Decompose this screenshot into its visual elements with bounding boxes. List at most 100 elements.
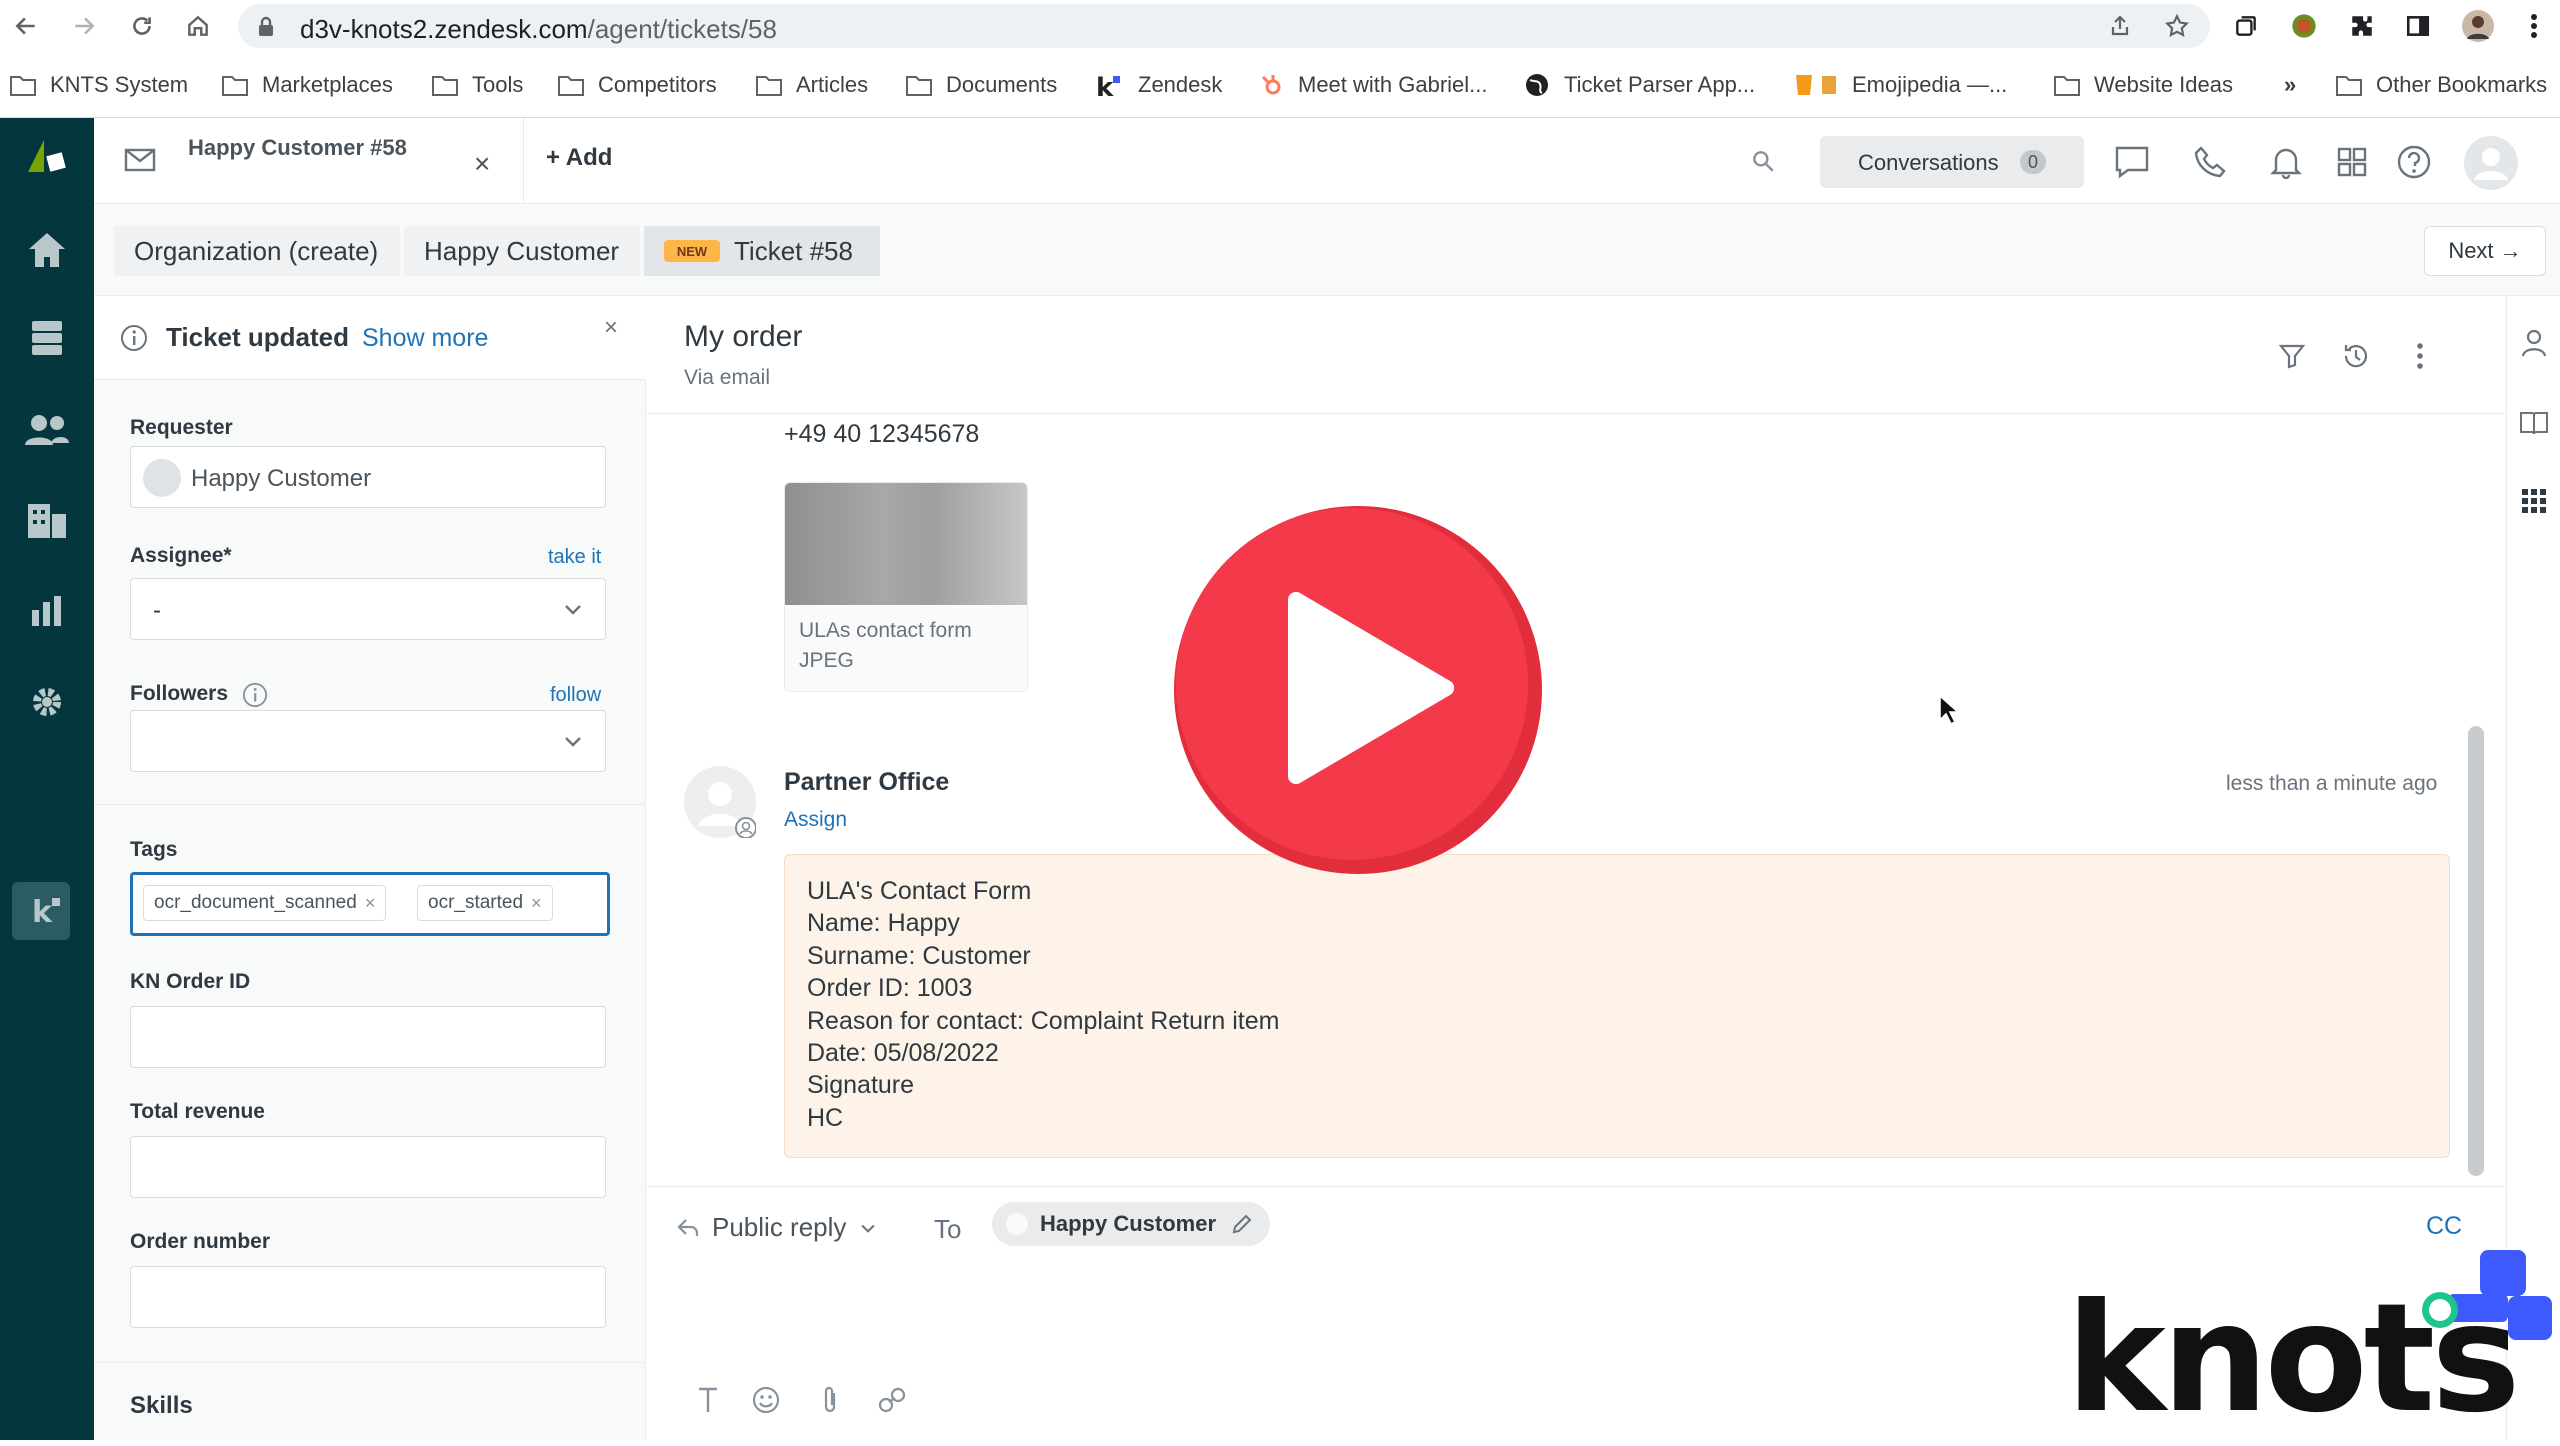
ticket-subject: My order (684, 320, 803, 353)
chevron-down-icon (561, 729, 585, 753)
ticket-properties-panel: Ticket updated Show more × Requester Hap… (94, 296, 646, 1440)
chat-bubble-icon[interactable] (2108, 138, 2156, 186)
tab-search-icon[interactable] (2226, 6, 2266, 46)
bookmark-folder[interactable]: Website Ideas (2054, 70, 2233, 100)
breadcrumb-user[interactable]: Happy Customer (404, 226, 640, 276)
more-bookmarks-chevron[interactable]: » (2284, 70, 2296, 100)
user-profile-icon[interactable] (2507, 316, 2560, 370)
puzzle-icon[interactable] (2342, 6, 2382, 46)
apps-grid-icon[interactable] (2328, 138, 2376, 186)
history-icon[interactable] (2336, 336, 2376, 376)
zendesk-logo-icon[interactable] (0, 126, 94, 186)
bookmark-folder[interactable]: Other Bookmarks (2336, 70, 2547, 100)
search-icon[interactable] (1750, 148, 1776, 174)
notifications-bell-icon[interactable] (2262, 138, 2310, 186)
followers-select[interactable] (130, 710, 606, 772)
bookmark-folder[interactable]: Marketplaces (222, 70, 393, 100)
bookmark-zendesk[interactable]: k Zendesk (1094, 70, 1222, 100)
kn-order-id-field[interactable] (130, 1006, 606, 1068)
customers-icon[interactable] (0, 400, 94, 460)
note-line: Signature (807, 1071, 915, 1100)
share-icon[interactable] (2108, 14, 2132, 38)
remove-tag-icon[interactable]: × (531, 893, 542, 914)
sidepanel-icon[interactable] (2398, 6, 2438, 46)
user-avatar[interactable] (2464, 136, 2518, 190)
link-icon[interactable] (872, 1380, 912, 1420)
folder-icon (558, 74, 584, 96)
signature-phone: +49 40 12345678 (784, 420, 980, 448)
bookmark-meet[interactable]: Meet with Gabriel... (1258, 70, 1488, 100)
back-arrow-icon[interactable] (6, 6, 46, 46)
admin-gear-icon[interactable] (0, 672, 94, 732)
filter-icon[interactable] (2272, 336, 2312, 376)
bookmark-folder[interactable]: Competitors (558, 70, 717, 100)
home-icon[interactable] (178, 6, 218, 46)
reporting-icon[interactable] (0, 582, 94, 642)
reply-type-select[interactable]: Public reply (676, 1212, 878, 1243)
ticket-tab[interactable]: Happy Customer #58 × (94, 118, 524, 204)
conversations-label: Conversations (1858, 150, 1999, 175)
emoji-icon[interactable] (746, 1380, 786, 1420)
reload-icon[interactable] (122, 6, 162, 46)
conversation-scrollbar[interactable] (2468, 726, 2484, 1176)
breadcrumb-ticket[interactable]: NEW Ticket #58 (644, 226, 880, 276)
help-icon[interactable] (2390, 138, 2438, 186)
cc-link[interactable]: CC (2426, 1212, 2462, 1241)
followers-info-icon[interactable] (242, 682, 268, 708)
knots-app-icon[interactable]: k (0, 880, 94, 940)
follow-link[interactable]: follow (550, 684, 601, 707)
total-revenue-field[interactable] (130, 1136, 606, 1198)
bookmark-emojipedia[interactable]: Emojipedia —... (1794, 70, 2007, 100)
assignee-select[interactable]: - (130, 578, 606, 640)
bookmark-ticket-parser[interactable]: Ticket Parser App... (1524, 70, 1755, 100)
bookmark-folder[interactable]: Articles (756, 70, 868, 100)
requester-label: Requester (130, 416, 233, 439)
extension-globe-icon[interactable] (2284, 6, 2324, 46)
bookmark-folder[interactable]: Tools (432, 70, 523, 100)
assign-link[interactable]: Assign (784, 808, 847, 832)
recipient-chip[interactable]: Happy Customer (992, 1202, 1271, 1246)
tags-label: Tags (130, 838, 178, 861)
phone-icon[interactable] (2186, 138, 2234, 186)
tags-input[interactable]: ocr_document_scanned × ocr_started × (130, 872, 610, 936)
views-icon[interactable] (0, 308, 94, 368)
attachment-paperclip-icon[interactable] (810, 1380, 850, 1420)
note-line: Order ID: 1003 (807, 974, 973, 1003)
close-notice-icon[interactable]: × (604, 314, 618, 342)
text-format-icon[interactable] (688, 1380, 728, 1420)
next-button[interactable]: Next → (2424, 226, 2546, 276)
knowledge-book-icon[interactable] (2507, 396, 2560, 450)
bookmark-folder[interactable]: KNTS System (10, 70, 188, 100)
forward-arrow-icon[interactable] (64, 6, 104, 46)
tag-chip[interactable]: ocr_document_scanned × (143, 885, 387, 921)
recipient-avatar (1006, 1213, 1028, 1235)
close-tab-icon[interactable]: × (474, 148, 490, 180)
requester-field[interactable]: Happy Customer (130, 446, 606, 508)
play-video-button[interactable] (1172, 504, 1544, 876)
conversations-button[interactable]: Conversations 0 (1820, 136, 2084, 188)
order-number-field[interactable] (130, 1266, 606, 1328)
take-it-link[interactable]: take it (548, 546, 601, 569)
lock-icon[interactable] (256, 16, 276, 38)
organizations-icon[interactable] (0, 490, 94, 550)
show-more-link[interactable]: Show more (362, 324, 488, 353)
attachment-thumbnail[interactable] (785, 483, 1027, 605)
tag-chip[interactable]: ocr_started × (417, 885, 553, 921)
star-icon[interactable] (2164, 13, 2190, 39)
edit-pencil-icon[interactable] (1230, 1212, 1254, 1236)
address-bar[interactable]: d3v-knots2.zendesk.com/agent/tickets/58 (238, 4, 2210, 48)
folder-icon (10, 74, 36, 96)
attachment-card[interactable]: ULAs contact form JPEG (784, 482, 1028, 692)
more-options-icon[interactable] (2400, 336, 2440, 376)
remove-tag-icon[interactable]: × (365, 893, 376, 914)
add-button[interactable]: + Add (546, 144, 612, 172)
followers-label: Followers (130, 682, 229, 705)
bookmark-folder[interactable]: Documents (906, 70, 1057, 100)
browser-toolbar: d3v-knots2.zendesk.com/agent/tickets/58 (0, 0, 2560, 52)
home-icon[interactable] (0, 220, 94, 280)
kebab-menu-icon[interactable] (2514, 6, 2554, 46)
profile-avatar[interactable] (2458, 6, 2498, 46)
breadcrumb-organization[interactable]: Organization (create) (114, 226, 400, 276)
email-icon (124, 148, 156, 172)
apps-icon[interactable] (2507, 474, 2560, 528)
